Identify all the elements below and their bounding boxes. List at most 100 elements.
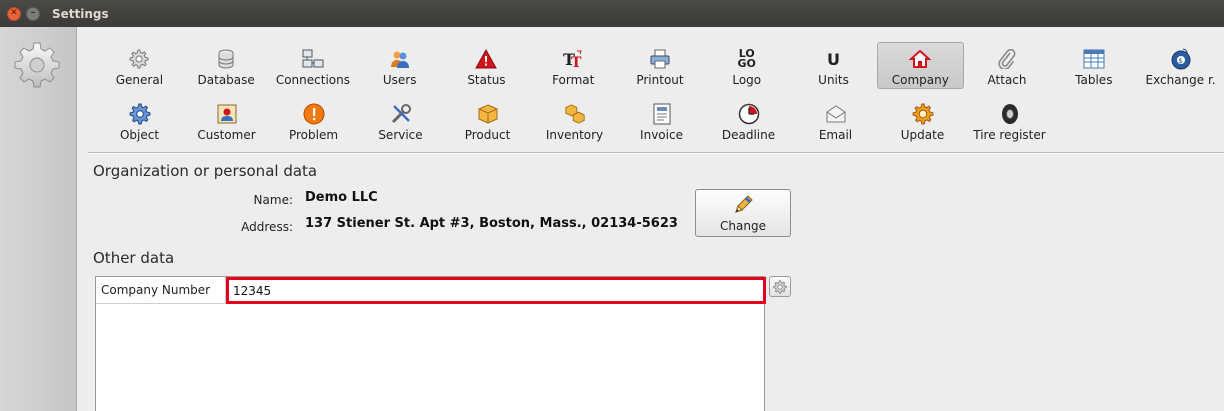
- table-icon: [1083, 49, 1105, 69]
- tab-connections[interactable]: Connections: [270, 42, 357, 89]
- tab-attach[interactable]: Attach: [964, 42, 1051, 89]
- svg-text:$: $: [1178, 57, 1182, 65]
- tab-product[interactable]: Product: [444, 97, 531, 144]
- tab-label: Status: [467, 73, 506, 87]
- tab-label: Printout: [636, 73, 684, 87]
- settings-toolbar: General Database Connections Users Statu…: [96, 42, 1224, 152]
- close-window-button[interactable]: ✕: [7, 6, 21, 21]
- format-icon: TT: [563, 50, 582, 69]
- tab-label: Company: [891, 73, 949, 87]
- tab-label: Email: [818, 128, 853, 142]
- tab-tables[interactable]: Tables: [1050, 42, 1137, 89]
- settings-gear-icon: [14, 42, 60, 88]
- update-icon: [912, 103, 933, 125]
- cog-blue-icon: [129, 103, 150, 125]
- network-icon: [302, 49, 324, 68]
- tab-logo[interactable]: LO GO Logo: [703, 42, 790, 89]
- logo-icon: LO GO: [736, 48, 758, 70]
- tab-label: Customer: [197, 128, 256, 142]
- minimize-window-button[interactable]: –: [26, 6, 40, 21]
- logo-icon-bottom: GO: [737, 57, 756, 70]
- table-settings-button[interactable]: [769, 276, 791, 297]
- tab-label: Users: [382, 73, 417, 87]
- tab-tire-register[interactable]: Tire register: [966, 97, 1053, 144]
- pencil-icon: [735, 194, 753, 213]
- tab-customer[interactable]: Customer: [183, 97, 270, 144]
- tab-label: Database: [197, 73, 255, 87]
- tab-label: Service: [378, 128, 423, 142]
- house-icon: [909, 49, 932, 68]
- tab-exchange-rates[interactable]: $ Exchange r.: [1137, 42, 1224, 89]
- boxes-icon: [564, 104, 585, 124]
- tab-users[interactable]: Users: [356, 42, 443, 89]
- tab-label: Format: [552, 73, 595, 87]
- tab-label: Tables: [1075, 73, 1113, 87]
- change-button-label: Change: [720, 218, 766, 233]
- paperclip-icon: [998, 49, 1016, 69]
- tab-label: Deadline: [721, 128, 776, 142]
- gear-icon: [129, 49, 149, 69]
- tab-service[interactable]: Service: [357, 97, 444, 144]
- title-bar: ✕ – Settings: [0, 0, 1224, 27]
- tools-icon: [391, 104, 411, 124]
- divider-highlight: [88, 153, 1224, 154]
- tab-label: Problem: [288, 128, 339, 142]
- tab-label: Update: [900, 128, 945, 142]
- name-label: Name:: [253, 193, 293, 207]
- tab-problem[interactable]: Problem: [270, 97, 357, 144]
- org-section-title: Organization or personal data: [93, 162, 318, 180]
- side-panel: [0, 27, 77, 411]
- tab-company[interactable]: Company: [876, 42, 964, 89]
- exchange-icon: $: [1171, 48, 1191, 70]
- warning-icon: [475, 49, 498, 69]
- tab-label: Object: [119, 128, 160, 142]
- tab-database[interactable]: Database: [183, 42, 270, 89]
- tire-icon: [1001, 104, 1018, 124]
- toolbar-row-2: Object Customer Problem Service Product …: [96, 97, 1224, 148]
- users-icon: [390, 51, 409, 68]
- name-value: Demo LLC: [305, 190, 378, 205]
- tab-label: Product: [464, 128, 511, 142]
- tab-deadline[interactable]: Deadline: [705, 97, 792, 144]
- tab-label: Logo: [732, 73, 762, 87]
- printer-icon: [650, 49, 670, 69]
- tab-update[interactable]: Update: [879, 97, 966, 144]
- tab-label: General: [115, 73, 164, 87]
- tab-label: Tire register: [973, 128, 1046, 142]
- gear-icon: [773, 279, 787, 294]
- tab-label: Inventory: [545, 128, 604, 142]
- tab-format[interactable]: TT Format: [530, 42, 617, 89]
- tab-status[interactable]: Status: [443, 42, 530, 89]
- company-number-input[interactable]: [226, 277, 766, 304]
- address-value: 137 Stiener St. Apt #3, Boston, Mass., 0…: [305, 216, 678, 231]
- tab-email[interactable]: Email: [792, 97, 879, 144]
- address-label: Address:: [241, 220, 293, 234]
- tab-printout[interactable]: Printout: [617, 42, 704, 89]
- tab-general[interactable]: General: [96, 42, 183, 89]
- tab-label: Connections: [275, 73, 350, 87]
- box-icon: [478, 104, 497, 124]
- company-number-label: Company Number: [96, 277, 226, 304]
- tab-label: Attach: [987, 73, 1027, 87]
- units-icon: U: [823, 48, 845, 70]
- invoice-icon: [653, 103, 670, 125]
- envelope-icon: [826, 105, 845, 123]
- tab-label: Units: [818, 73, 849, 87]
- tab-inventory[interactable]: Inventory: [531, 97, 618, 144]
- window-title: Settings: [52, 6, 109, 21]
- company-number-cell: [226, 277, 766, 304]
- other-section-title: Other data: [93, 249, 175, 267]
- customer-icon: [217, 104, 236, 124]
- tab-units[interactable]: U Units: [790, 42, 877, 89]
- units-icon-glyph: U: [827, 49, 840, 69]
- svg-text:T: T: [571, 55, 582, 69]
- problem-icon: [303, 103, 324, 125]
- other-data-table: Company Number: [95, 276, 766, 411]
- tab-invoice[interactable]: Invoice: [618, 97, 705, 144]
- change-button[interactable]: Change: [695, 189, 791, 237]
- tab-label: Invoice: [640, 128, 683, 142]
- clock-icon: [738, 103, 759, 125]
- tab-object[interactable]: Object: [96, 97, 183, 144]
- database-icon: [218, 49, 234, 69]
- tab-label: Exchange r.: [1145, 73, 1216, 87]
